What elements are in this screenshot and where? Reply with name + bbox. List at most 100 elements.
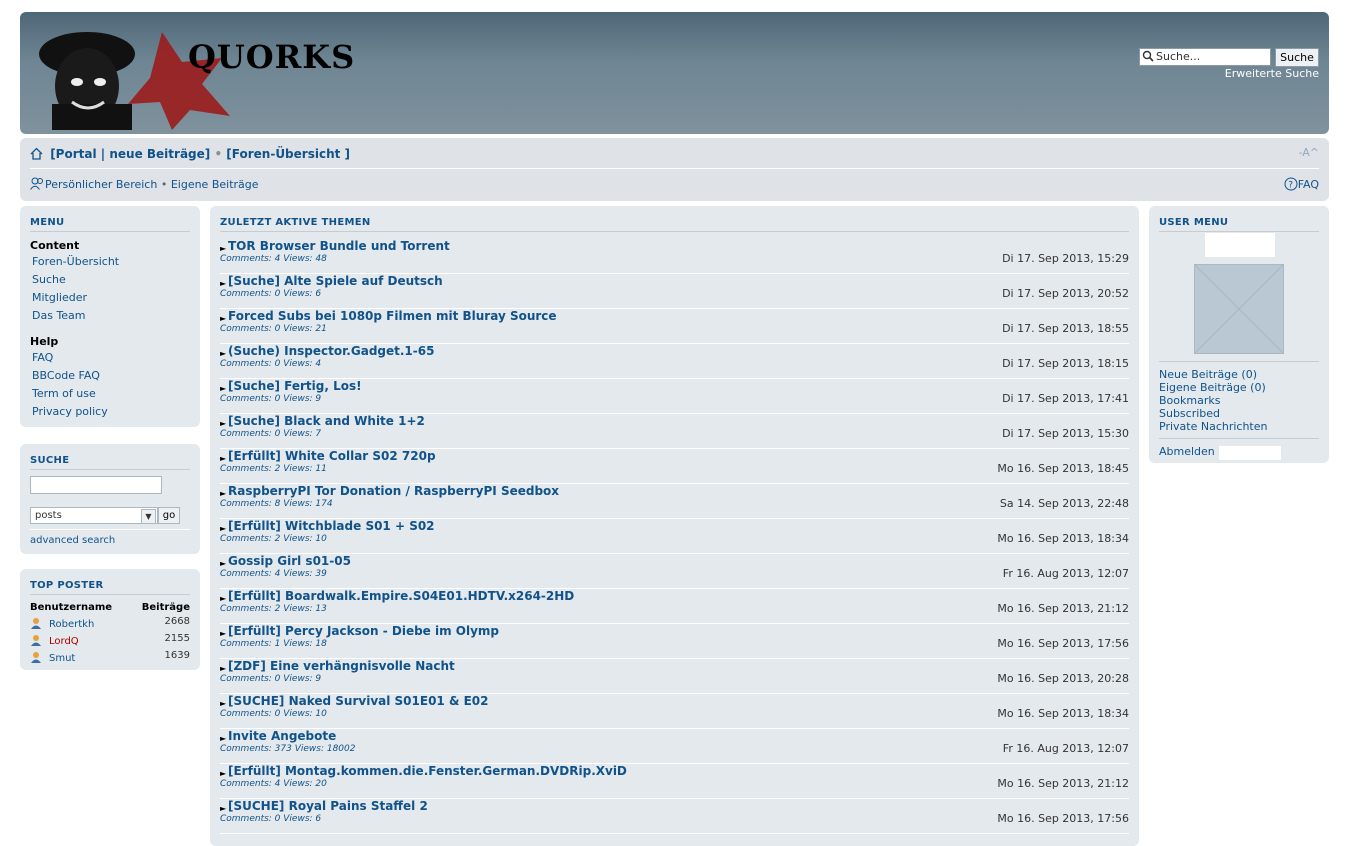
- user-link-new-posts[interactable]: Neue Beiträge (0): [1159, 368, 1257, 381]
- top-poster-panel: TOP POSTER Benutzername Beiträge Robertk…: [20, 569, 200, 670]
- menu-item-search[interactable]: Suche: [32, 273, 200, 288]
- faq-icon: ?: [1284, 177, 1298, 194]
- topic-meta: Comments: 0 Views: 10: [220, 709, 327, 719]
- menu-item-members[interactable]: Mitglieder: [32, 291, 200, 306]
- topic-meta: Comments: 373 Views: 18002: [220, 744, 356, 754]
- nav-portal-link[interactable]: [Portal: [50, 147, 96, 161]
- topic-date: Di 17. Sep 2013, 17:41: [1002, 392, 1129, 405]
- topic-row: ► (Suche) Inspector.Gadget.1-65 Comments: …: [220, 343, 1129, 379]
- header-search-button[interactable]: Suche: [1275, 48, 1319, 67]
- menu-content-heading: Content: [30, 239, 80, 252]
- topic-meta: Comments: 2 Views: 13: [220, 604, 327, 614]
- topic-title-link[interactable]: RaspberryPI Tor Donation / RaspberryPI S…: [228, 484, 559, 498]
- user-cp-link[interactable]: Persönlicher Bereich: [45, 178, 157, 191]
- topic-date: Mo 16. Sep 2013, 18:34: [997, 532, 1129, 545]
- top-poster-title: TOP POSTER: [30, 580, 190, 595]
- header-search-input[interactable]: Suche...: [1139, 48, 1271, 66]
- topic-row: ► [Erfüllt] Montag.kommen.die.Fenster.Ger…: [220, 763, 1129, 799]
- user-link-private-messages[interactable]: Private Nachrichten: [1159, 420, 1268, 433]
- topic-bullet-icon: ►: [220, 314, 227, 323]
- user-icon: [30, 634, 42, 646]
- topic-date: Fr 16. Aug 2013, 12:07: [1002, 742, 1129, 755]
- user-divider: [1159, 438, 1319, 439]
- topic-date: Di 17. Sep 2013, 18:15: [1002, 357, 1129, 370]
- topic-row: ► [SUCHE] Royal Pains Staffel 2 Comments: …: [220, 798, 1129, 834]
- topic-title-link[interactable]: Invite Angebote: [228, 729, 336, 743]
- logout-link[interactable]: Abmelden: [1159, 445, 1215, 458]
- poster-name[interactable]: Robertkh: [49, 619, 94, 630]
- topic-title-link[interactable]: [SUCHE] Naked Survival S01E01 & E02: [228, 694, 489, 708]
- user-icon: [30, 651, 42, 663]
- poster-count: 2155: [164, 633, 190, 644]
- recent-topics-panel: ZULETZT AKTIVE THEMEN ► TOR Browser Bundl…: [210, 206, 1139, 846]
- navbar: [Portal | neue Beiträge] • [Foren-Übersi…: [20, 138, 1329, 201]
- menu-item-team[interactable]: Das Team: [32, 309, 200, 324]
- search-go-button[interactable]: go: [158, 507, 180, 524]
- topic-title-link[interactable]: Forced Subs bei 1080p Filmen mit Bluray …: [228, 309, 557, 323]
- topic-title-link[interactable]: (Suche) Inspector.Gadget.1-65: [228, 344, 434, 358]
- faq-link[interactable]: ? FAQ: [1284, 177, 1319, 194]
- topic-title-link[interactable]: [Suche] Black and White 1+2: [228, 414, 425, 428]
- topic-row: ► [ZDF] Eine verhängnisvolle Nacht Comment…: [220, 658, 1129, 694]
- topic-meta: Comments: 0 Views: 7: [220, 429, 322, 439]
- menu-item-privacy[interactable]: Privacy policy: [32, 405, 200, 420]
- topic-title-link[interactable]: [SUCHE] Royal Pains Staffel 2: [228, 799, 428, 813]
- topic-meta: Comments: 8 Views: 174: [220, 499, 333, 509]
- topic-bullet-icon: ►: [220, 454, 227, 463]
- nav-new-posts-link[interactable]: neue Beiträge]: [109, 147, 210, 161]
- topic-title-link[interactable]: TOR Browser Bundle und Torrent: [228, 239, 450, 253]
- menu-item-forum-index[interactable]: Foren-Übersicht: [32, 255, 200, 270]
- search-icon: [1142, 50, 1154, 67]
- navbar-divider: [30, 168, 1319, 169]
- topic-title-link[interactable]: [ZDF] Eine verhängnisvolle Nacht: [228, 659, 455, 673]
- poster-name[interactable]: LordQ: [49, 636, 79, 647]
- topic-bullet-icon: ►: [220, 349, 227, 358]
- topic-title-link[interactable]: [Erfüllt] Boardwalk.Empire.S04E01.HDTV.x…: [228, 589, 574, 603]
- poster-count: 2668: [164, 616, 190, 627]
- topic-row: ► [Suche] Black and White 1+2 Comments: 0 …: [220, 413, 1129, 449]
- topic-date: Mo 16. Sep 2013, 20:28: [997, 672, 1129, 685]
- nav-bullet: •: [214, 147, 223, 161]
- menu-item-faq[interactable]: FAQ: [32, 351, 200, 366]
- topic-row: ► TOR Browser Bundle und Torrent Comments:…: [220, 238, 1129, 274]
- search-panel-input[interactable]: [30, 476, 162, 494]
- topic-date: Mo 16. Sep 2013, 17:56: [997, 812, 1129, 825]
- topic-date: Mo 16. Sep 2013, 21:12: [997, 777, 1129, 790]
- own-posts-link[interactable]: Eigene Beiträge: [171, 178, 259, 191]
- search-panel: SUCHE posts ▼ go advanced search: [20, 444, 200, 554]
- topic-bullet-icon: ►: [220, 244, 227, 253]
- menu-item-terms[interactable]: Term of use: [32, 387, 200, 402]
- topic-bullet-icon: ►: [220, 489, 227, 498]
- home-icon[interactable]: [30, 147, 43, 163]
- advanced-search-panel-link[interactable]: advanced search: [30, 535, 115, 546]
- topic-title-link[interactable]: [Suche] Alte Spiele auf Deutsch: [228, 274, 443, 288]
- search-type-select[interactable]: posts ▼: [30, 507, 158, 524]
- user-link-subscribed[interactable]: Subscribed: [1159, 407, 1220, 420]
- user-icon: [30, 617, 42, 629]
- topic-bullet-icon: ►: [220, 559, 227, 568]
- site-logo[interactable]: QUORKS: [32, 24, 354, 130]
- topic-meta: Comments: 0 Views: 6: [220, 289, 322, 299]
- advanced-search-link[interactable]: Erweiterte Suche: [1225, 67, 1319, 80]
- font-size-toggle[interactable]: -A^: [1299, 146, 1319, 159]
- nav-forum-index-link[interactable]: [Foren-Übersicht ]: [226, 147, 350, 161]
- topic-title-link[interactable]: [Erfüllt] Witchblade S01 + S02: [228, 519, 435, 533]
- user-links: Persönlicher Bereich • Eigene Beiträge: [30, 177, 259, 193]
- topic-title-link[interactable]: Gossip Girl s01-05: [228, 554, 351, 568]
- poster-name[interactable]: Smut: [49, 653, 75, 664]
- user-link-own-posts[interactable]: Eigene Beiträge (0): [1159, 381, 1266, 394]
- chevron-down-icon: ▼: [141, 509, 156, 524]
- topic-meta: Comments: 0 Views: 9: [220, 394, 322, 404]
- menu-item-bbcode-faq[interactable]: BBCode FAQ: [32, 369, 200, 384]
- topic-title-link[interactable]: [Erfüllt] Percy Jackson - Diebe im Olymp: [228, 624, 499, 638]
- topic-title-link[interactable]: [Erfüllt] White Collar S02 720p: [228, 449, 436, 463]
- avatar[interactable]: [1194, 264, 1284, 354]
- user-divider: [1159, 361, 1319, 362]
- topic-bullet-icon: ►: [220, 594, 227, 603]
- user-link-bookmarks[interactable]: Bookmarks: [1159, 394, 1220, 407]
- topic-title-link[interactable]: [Suche] Fertig, Los!: [228, 379, 362, 393]
- topic-row: ► Forced Subs bei 1080p Filmen mit Bluray…: [220, 308, 1129, 344]
- search-type-value: posts: [35, 510, 62, 521]
- topic-date: Di 17. Sep 2013, 15:29: [1002, 252, 1129, 265]
- topic-title-link[interactable]: [Erfüllt] Montag.kommen.die.Fenster.Germ…: [228, 764, 627, 778]
